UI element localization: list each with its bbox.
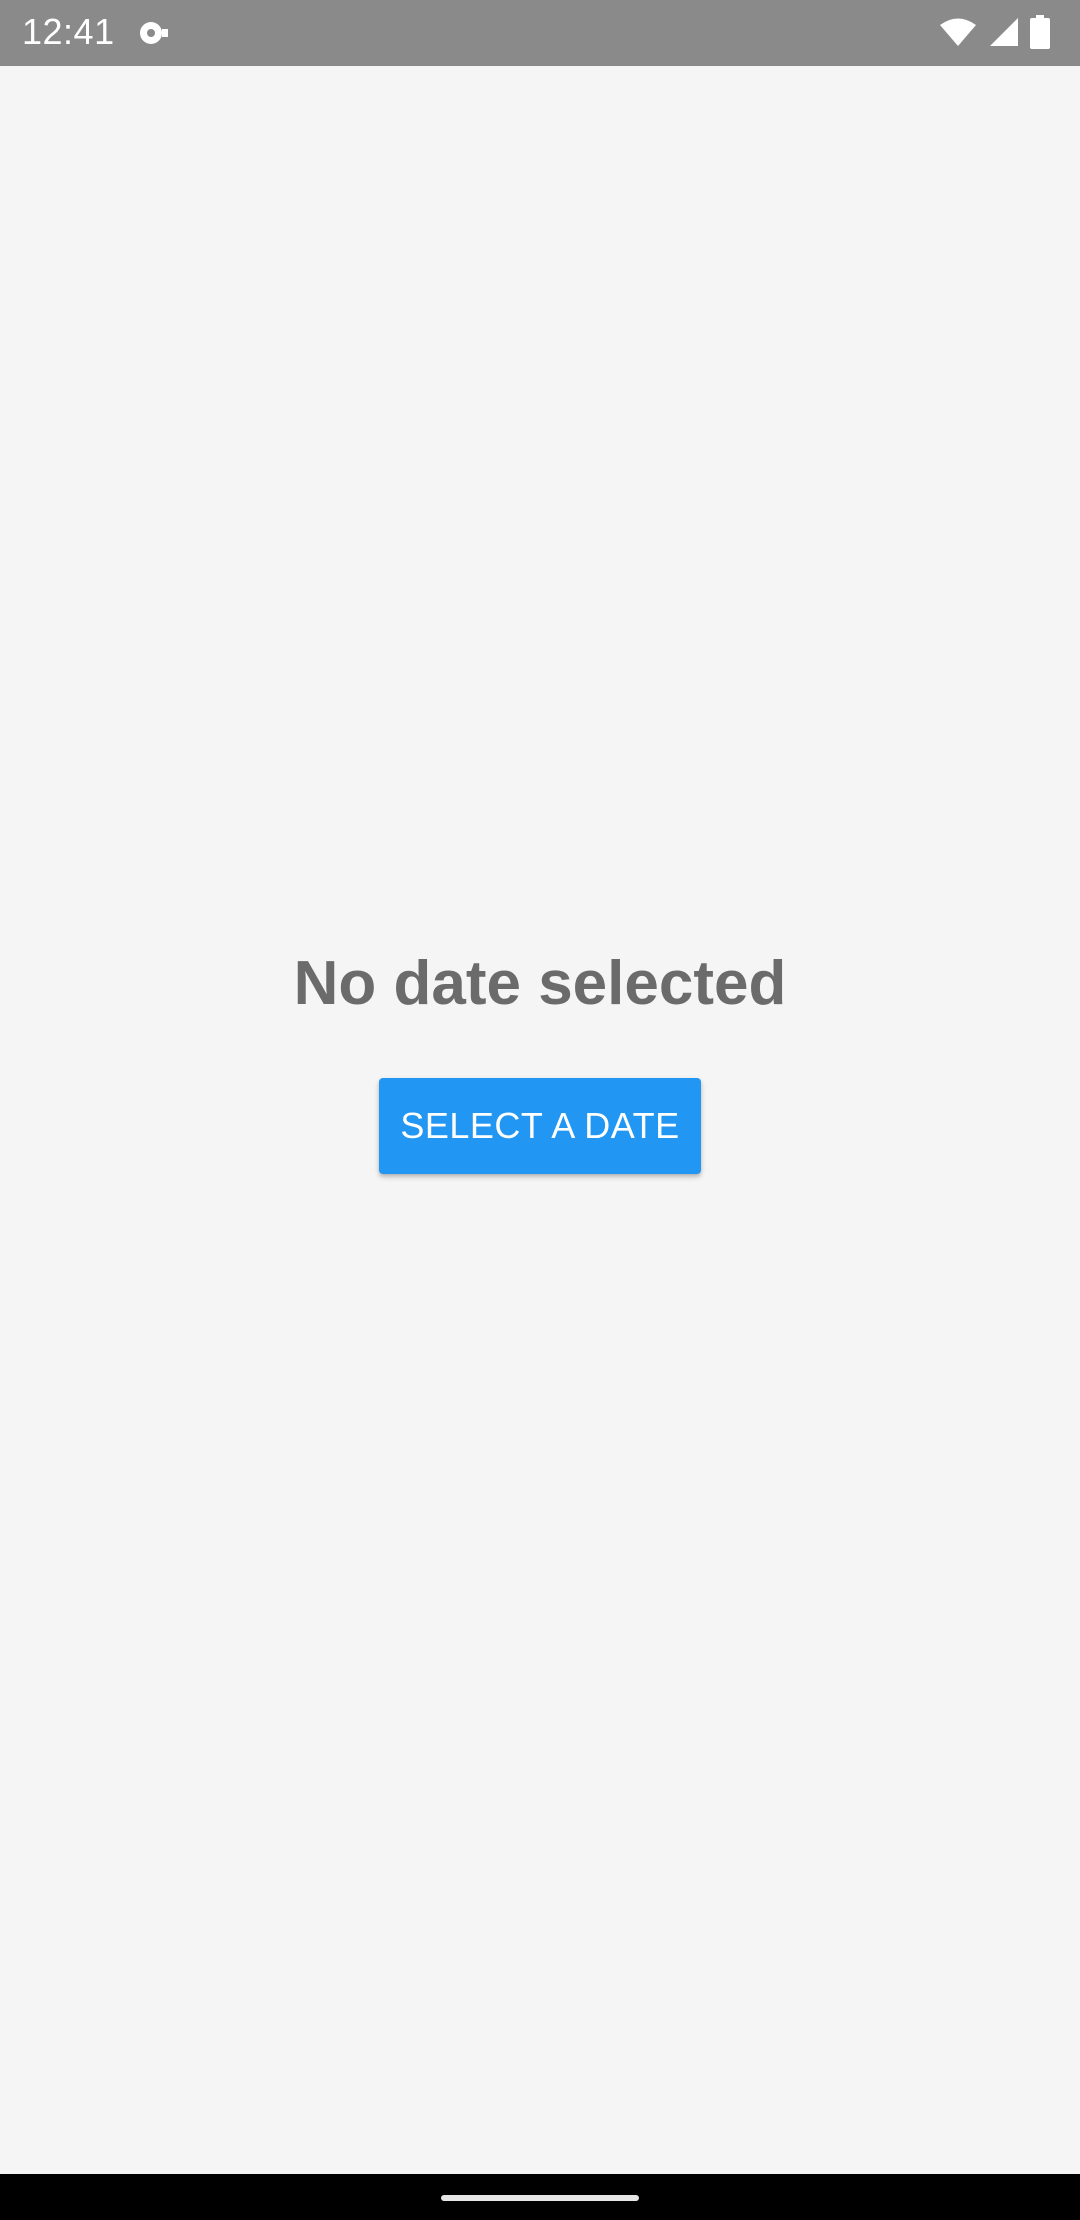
select-date-button[interactable]: SELECT A DATE [379, 1078, 701, 1174]
home-gesture-handle[interactable] [441, 2195, 639, 2201]
battery-icon [1030, 14, 1050, 54]
status-bar: 12:41 [0, 0, 1080, 66]
cellular-signal-icon [988, 16, 1020, 53]
no-date-message: No date selected [293, 949, 787, 1018]
status-time: 12:41 [22, 11, 115, 52]
status-icons [938, 14, 1050, 54]
notification-icon [138, 18, 172, 48]
wifi-icon [938, 16, 978, 53]
